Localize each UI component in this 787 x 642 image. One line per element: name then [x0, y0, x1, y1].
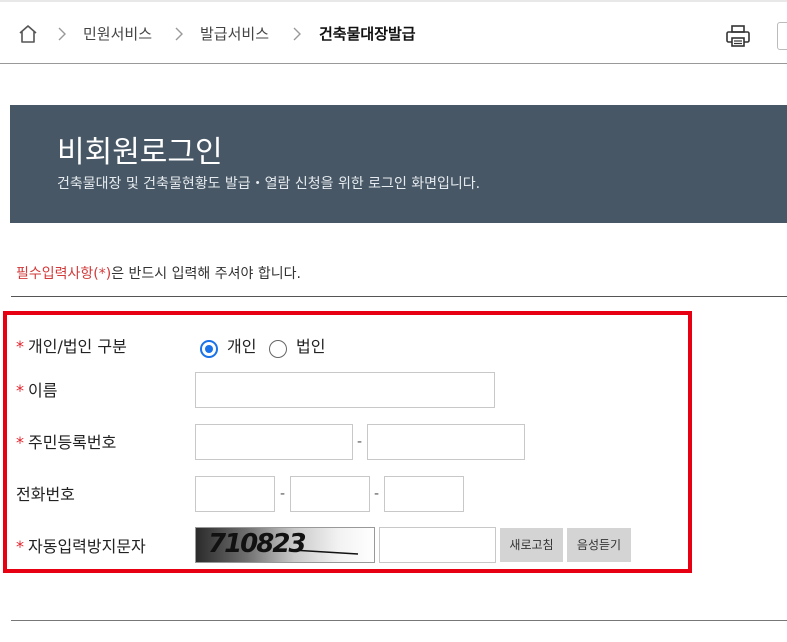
- home-icon[interactable]: [17, 23, 39, 45]
- radio-individual-label[interactable]: 개인: [227, 336, 256, 358]
- phone-last-input[interactable]: [384, 476, 464, 512]
- dash: -: [357, 434, 363, 450]
- name-label: * 이름: [16, 381, 58, 400]
- page-title: 비회원로그인: [57, 135, 223, 170]
- required-asterisk: *: [16, 433, 24, 452]
- bottom-divider: [11, 620, 787, 621]
- captcha-refresh-button[interactable]: 새로고침: [500, 528, 563, 562]
- print-icon[interactable]: [724, 22, 752, 50]
- radio-individual[interactable]: [200, 340, 218, 358]
- page-subtitle: 건축물대장 및 건축물현황도 발급・열람 신청을 위한 로그인 화면입니다.: [57, 176, 481, 192]
- type-label: * 개인/법인 구분: [16, 337, 127, 356]
- captcha-image: 710823: [195, 527, 375, 563]
- captcha-input[interactable]: [379, 527, 496, 563]
- chevron-right-icon: [175, 27, 183, 41]
- dash: -: [280, 486, 286, 502]
- resident-number-label: * 주민등록번호: [16, 433, 117, 452]
- share-button[interactable]: [777, 22, 787, 50]
- breadcrumb: 민원서비스 발급서비스 건축물대장발급: [0, 2, 787, 64]
- required-asterisk: *: [16, 381, 24, 400]
- phone-middle-input[interactable]: [290, 476, 370, 512]
- breadcrumb-current: 건축물대장발급: [319, 25, 416, 43]
- captcha-noise-line: [291, 549, 359, 555]
- required-notice-mark: 필수입력사항(*): [16, 266, 112, 282]
- chevron-right-icon: [58, 27, 66, 41]
- resident-number-back-input[interactable]: [367, 424, 525, 460]
- radio-corporate-label[interactable]: 법인: [296, 336, 325, 358]
- divider: [11, 296, 787, 297]
- phone-label: 전화번호: [16, 485, 75, 504]
- name-input[interactable]: [195, 372, 495, 408]
- page-banner: 비회원로그인 건축물대장 및 건축물현황도 발급・열람 신청을 위한 로그인 화…: [10, 105, 787, 223]
- radio-corporate[interactable]: [269, 340, 287, 358]
- breadcrumb-item-civil-service[interactable]: 민원서비스: [83, 22, 152, 46]
- required-asterisk: *: [16, 537, 24, 556]
- resident-number-front-input[interactable]: [195, 424, 353, 460]
- breadcrumb-item-issuance-service[interactable]: 발급서비스: [200, 22, 269, 46]
- captcha-label: * 자동입력방지문자: [16, 537, 146, 556]
- phone-first-input[interactable]: [195, 476, 275, 512]
- required-asterisk: *: [16, 337, 24, 356]
- required-notice: 필수입력사항(*)은 반드시 입력해 주셔야 합니다.: [16, 263, 301, 285]
- captcha-audio-button[interactable]: 음성듣기: [567, 528, 631, 562]
- required-notice-text: 은 반드시 입력해 주셔야 합니다.: [111, 266, 301, 282]
- chevron-right-icon: [293, 27, 301, 41]
- dash: -: [374, 486, 380, 502]
